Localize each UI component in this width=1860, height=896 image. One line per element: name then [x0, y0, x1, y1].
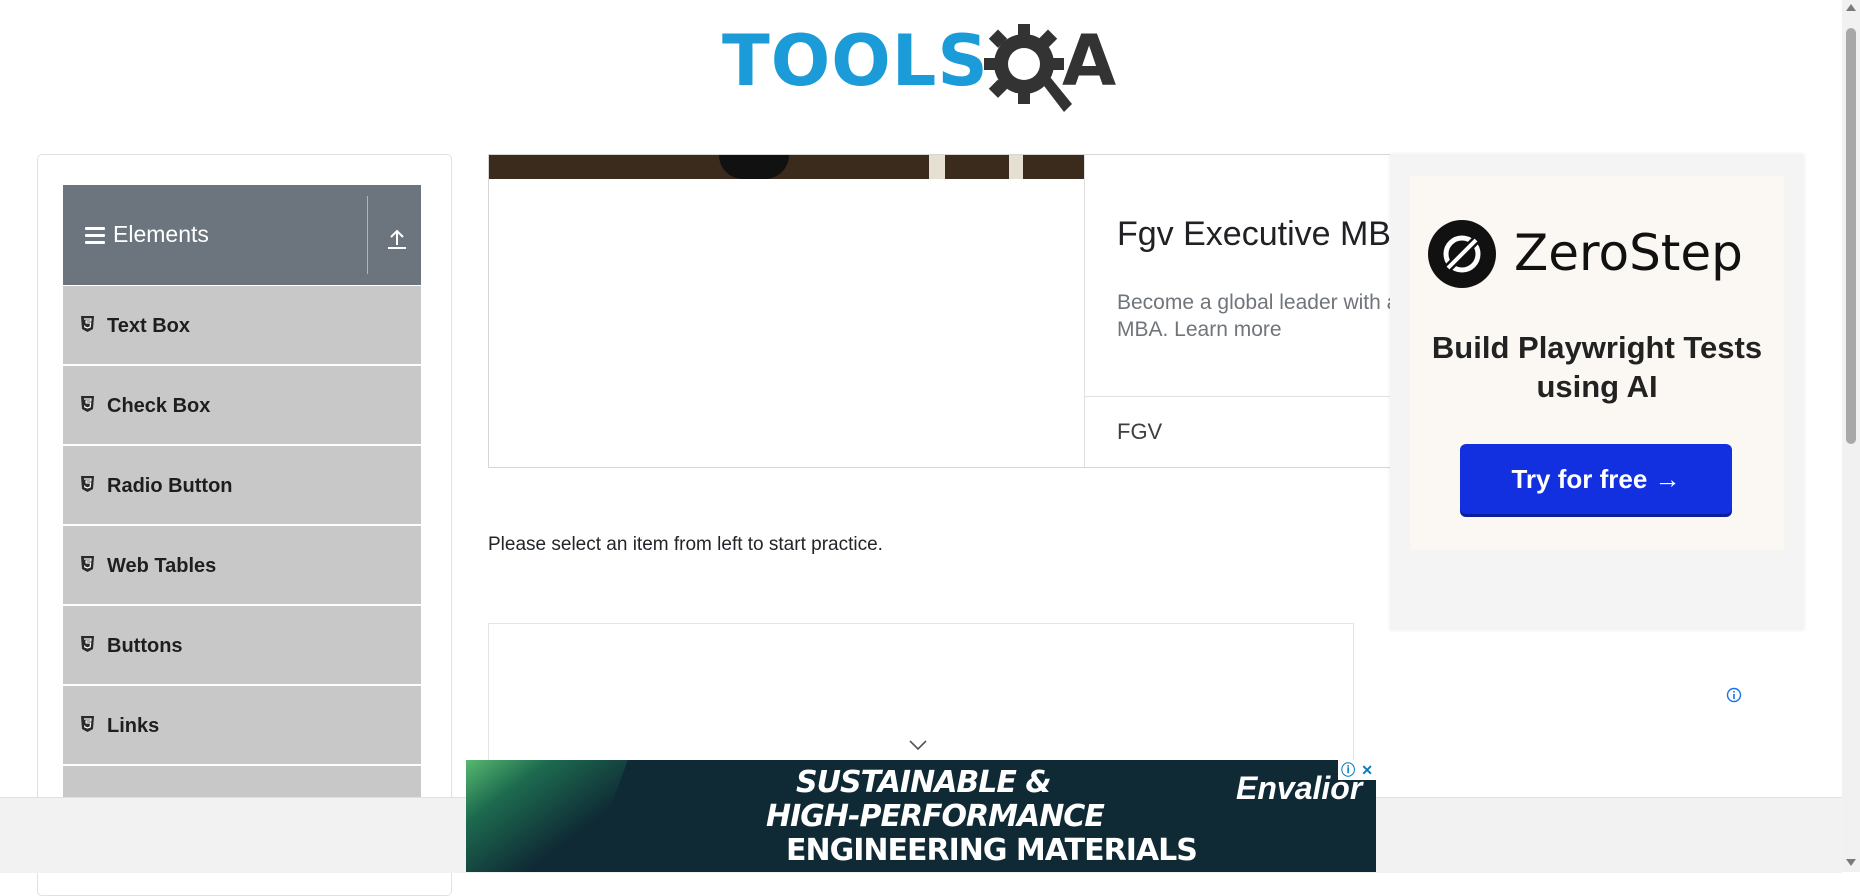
scroll-down-arrow-icon[interactable]	[1846, 859, 1856, 866]
logo-text: TOOLS	[722, 20, 989, 102]
ad-advertiser[interactable]: FGV	[1117, 419, 1162, 445]
menu-item-label: Buttons	[107, 635, 183, 657]
banner-line: SUSTAINABLE &	[796, 765, 1051, 800]
group-title: Elements	[113, 221, 209, 247]
ad-title[interactable]: Fgv Executive MBA	[1117, 215, 1414, 254]
logo-suffix: A	[1062, 20, 1117, 102]
html5-icon	[81, 556, 94, 572]
side-ad[interactable]: ZeroStep Build Playwright Tests using AI…	[1390, 154, 1804, 630]
elements-group-header[interactable]: Elements	[63, 185, 421, 285]
menu-item-radio-button[interactable]: Radio Button	[63, 446, 421, 526]
menu-item-web-tables[interactable]: Web Tables	[63, 526, 421, 606]
html5-icon	[81, 636, 94, 652]
instruction-text: Please select an item from left to start…	[488, 534, 883, 555]
html5-icon	[81, 316, 94, 332]
menu-icon	[85, 227, 105, 245]
menu-item-buttons[interactable]: Buttons	[63, 606, 421, 686]
divider	[1084, 155, 1085, 467]
html5-icon	[81, 716, 94, 732]
ad-choices[interactable]: ⓘ ✕	[1338, 760, 1376, 780]
banner-line: ENGINEERING MATERIALS	[786, 833, 1198, 868]
close-icon[interactable]: ✕	[1361, 762, 1373, 779]
vertical-scrollbar[interactable]	[1842, 0, 1860, 872]
toolsqa-logo[interactable]: TOOLS A	[722, 18, 1124, 114]
bottom-banner-ad[interactable]: SUSTAINABLE & HIGH-PERFORMANCE ENGINEERI…	[466, 760, 1376, 872]
scrollbar-thumb[interactable]	[1846, 28, 1856, 444]
menu-item-label: Web Tables	[107, 555, 217, 577]
chevron-down-icon[interactable]	[908, 738, 928, 752]
menu-item-label: Links	[107, 715, 160, 737]
ad-tagline: Build Playwright Tests using AI	[1431, 330, 1763, 404]
menu-item-label: Check Box	[107, 395, 211, 417]
ad-photo	[489, 155, 1084, 179]
ad-info-icon[interactable]: ⓘ	[1341, 760, 1355, 780]
elements-menu: Text Box Check Box Radio Button Web Tabl…	[63, 286, 421, 846]
menu-item-links[interactable]: Links	[63, 686, 421, 766]
ad-brand-name: ZeroStep	[1514, 224, 1743, 282]
side-ad-content: ZeroStep Build Playwright Tests using AI…	[1410, 176, 1784, 550]
menu-item-text-box[interactable]: Text Box	[63, 286, 421, 366]
menu-item-label: Text Box	[107, 315, 190, 337]
banner-headline: SUSTAINABLE & HIGH-PERFORMANCE ENGINEERI…	[766, 765, 1198, 868]
scroll-up-arrow-icon[interactable]	[1846, 4, 1856, 11]
info-icon[interactable]	[1726, 687, 1742, 703]
divider	[367, 196, 368, 274]
zerostep-logo-icon	[1428, 220, 1496, 288]
try-for-free-button[interactable]: Try for free →	[1460, 444, 1732, 514]
menu-item-check-box[interactable]: Check Box	[63, 366, 421, 446]
banner-line: HIGH-PERFORMANCE	[766, 799, 1105, 834]
ad-placeholder-box	[488, 623, 1354, 775]
banner-graphic	[466, 760, 632, 872]
collapse-arrow-icon[interactable]	[383, 223, 411, 253]
menu-item-label: Radio Button	[107, 475, 233, 497]
html5-icon	[81, 396, 94, 412]
html5-icon	[81, 476, 94, 492]
